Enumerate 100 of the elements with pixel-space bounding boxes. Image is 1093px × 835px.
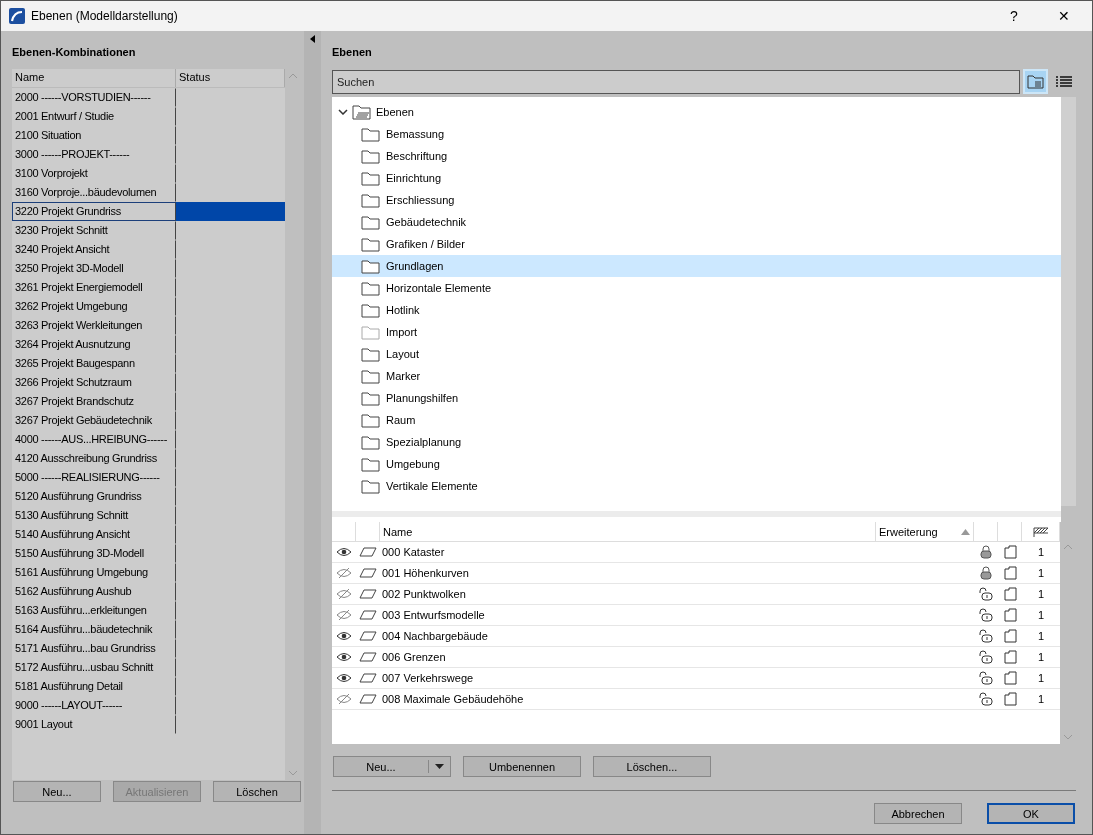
tree-item[interactable]: Spezialplanung [332,431,1061,453]
list-item[interactable]: 2000 ------VORSTUDIEN------ [12,88,176,107]
list-item[interactable]: 5181 Ausführung Detail [12,677,176,696]
sheet-icon[interactable] [1003,608,1017,622]
eye-icon[interactable] [336,673,352,683]
button[interactable]: OK [987,803,1075,824]
tree-item[interactable]: Import [332,321,1061,343]
tree-item[interactable]: Planungshilfen [332,387,1061,409]
tree-item[interactable]: Bemassung [332,123,1061,145]
list-item[interactable]: 5172 Ausführu...usbau Schnitt [12,658,176,677]
eye-crossed-icon[interactable] [336,609,352,621]
list-item[interactable]: 5163 Ausführu...erkleitungen [12,601,176,620]
tree-item[interactable]: Vertikale Elemente [332,475,1061,497]
tree-item[interactable]: Ebenen [376,106,414,118]
unlocked-icon[interactable] [979,629,993,643]
eye-icon[interactable] [336,652,352,662]
lock-icon[interactable] [980,566,992,580]
list-item[interactable]: 2100 Situation [12,126,176,145]
collapse-arrow-icon[interactable] [310,35,315,43]
column-header[interactable]: Name [380,522,876,541]
sheet-icon[interactable] [1003,650,1017,664]
list-item[interactable]: 9001 Layout [12,715,176,734]
layer-icon [359,610,377,620]
tree-item[interactable]: Einrichtung [332,167,1061,189]
column-header[interactable]: Status [176,69,285,87]
list-item[interactable]: 3266 Projekt Schutzraum [12,373,176,392]
tree-item[interactable]: Hotlink [332,299,1061,321]
eye-crossed-icon[interactable] [336,693,352,705]
tree-item[interactable]: Raum [332,409,1061,431]
tree-item[interactable]: Horizontale Elemente [332,277,1061,299]
close-button[interactable]: ✕ [1042,1,1086,31]
column-header[interactable]: Erweiterung [876,522,974,541]
sheet-icon[interactable] [1003,671,1017,685]
chevron-down-icon[interactable] [338,109,348,115]
tree-item[interactable]: Grundlagen [332,255,1061,277]
sheet-icon[interactable] [1003,566,1017,580]
button[interactable]: Umbenennen [463,756,581,777]
sheet-icon[interactable] [1003,692,1017,706]
list-item[interactable]: 3000 ------PROJEKT------ [12,145,176,164]
list-item[interactable]: 3261 Projekt Energiemodell [12,278,176,297]
eye-icon[interactable] [336,631,352,641]
list-item[interactable]: 3267 Projekt Gebäudetechnik [12,411,176,430]
list-item[interactable]: 5130 Ausführung Schnitt [12,506,176,525]
tree-item[interactable]: Marker [332,365,1061,387]
new-split-button[interactable]: Neu... [333,756,451,777]
scrollbar-track[interactable] [1061,97,1076,506]
list-item[interactable]: 4000 ------AUS...HREIBUNG------ [12,430,176,449]
table-cell-text: 1 [1036,546,1046,558]
list-item[interactable]: 5000 ------REALISIERUNG------ [12,468,176,487]
eye-crossed-icon[interactable] [336,588,352,600]
list-item[interactable]: 2001 Entwurf / Studie [12,107,176,126]
button[interactable]: Löschen... [593,756,711,777]
unlocked-icon[interactable] [979,587,993,601]
help-button[interactable]: ? [992,1,1036,31]
tree-view-button[interactable] [1023,69,1048,94]
unlocked-icon[interactable] [979,692,993,706]
list-item[interactable]: 3262 Projekt Umgebung [12,297,176,316]
lock-icon[interactable] [980,545,992,559]
unlocked-icon[interactable] [979,608,993,622]
button[interactable]: Löschen [213,781,301,802]
tree-item[interactable]: Erschliessung [332,189,1061,211]
tree-item[interactable]: Layout [332,343,1061,365]
search-field[interactable]: Suchen [332,69,1020,94]
sheet-icon[interactable] [1003,545,1017,559]
list-item[interactable]: 3263 Projekt Werkleitungen [12,316,176,335]
list-item[interactable]: 3264 Projekt Ausnutzung [12,335,176,354]
folder-icon [361,368,380,384]
column-header[interactable]: Name [12,69,176,87]
button[interactable]: Neu... [13,781,101,802]
list-item[interactable]: 5120 Ausführung Grundriss [12,487,176,506]
unlocked-icon[interactable] [979,671,993,685]
list-item[interactable]: 5162 Ausführung Aushub [12,582,176,601]
list-item[interactable]: 9000 ------LAYOUT------ [12,696,176,715]
folder-icon [361,280,380,296]
list-item[interactable]: 3160 Vorproje...bäudevolumen [12,183,176,202]
tree-item[interactable]: Grafiken / Bilder [332,233,1061,255]
folder-icon [361,192,380,208]
unlocked-icon[interactable] [979,650,993,664]
tree-item[interactable]: Gebäudetechnik [332,211,1061,233]
eye-crossed-icon[interactable] [336,567,352,579]
list-item[interactable]: 3240 Projekt Ansicht [12,240,176,259]
sheet-icon[interactable] [1003,629,1017,643]
list-item[interactable]: 5164 Ausführu...bäudetechnik [12,620,176,639]
list-item[interactable]: 4120 Ausschreibung Grundriss [12,449,176,468]
list-item[interactable]: 5161 Ausführung Umgebung [12,563,176,582]
sheet-icon[interactable] [1003,587,1017,601]
list-item[interactable]: 3220 Projekt Grundriss [12,202,176,221]
list-item[interactable]: 3267 Projekt Brandschutz [12,392,176,411]
list-item[interactable]: 3230 Projekt Schnitt [12,221,176,240]
list-item[interactable]: 3100 Vorprojekt [12,164,176,183]
tree-item[interactable]: Umgebung [332,453,1061,475]
list-item[interactable]: 3265 Projekt Baugespann [12,354,176,373]
list-item[interactable]: 5150 Ausführung 3D-Modell [12,544,176,563]
list-item[interactable]: 5171 Ausführu...bau Grundriss [12,639,176,658]
button[interactable]: Abbrechen [874,803,962,824]
folder-icon [361,434,380,450]
list-item[interactable]: 3250 Projekt 3D-Modell [12,259,176,278]
list-item[interactable]: 5140 Ausführung Ansicht [12,525,176,544]
eye-icon[interactable] [336,547,352,557]
tree-item[interactable]: Beschriftung [332,145,1061,167]
